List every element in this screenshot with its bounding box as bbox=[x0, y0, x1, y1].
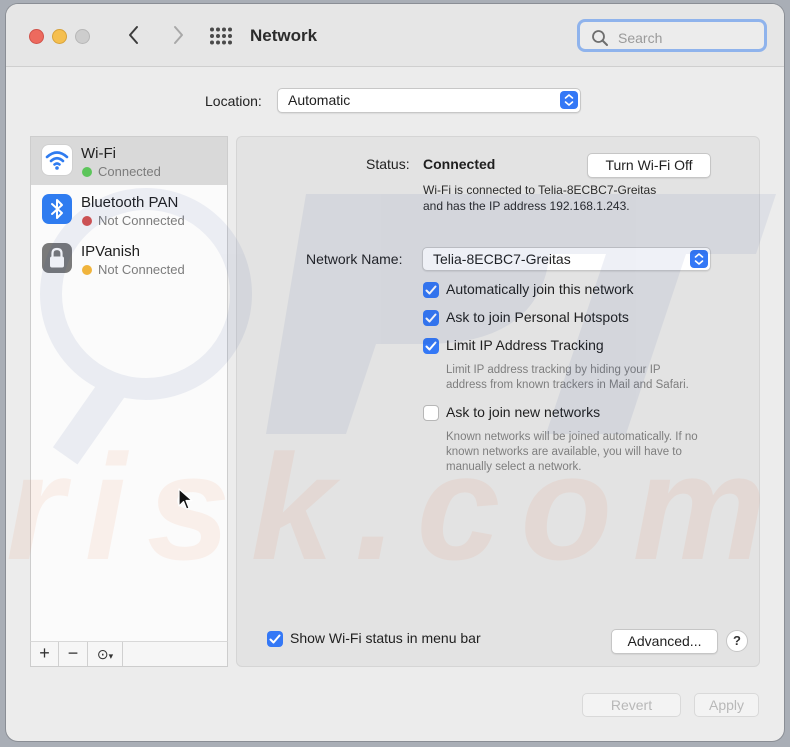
zoom-window-button[interactable] bbox=[75, 29, 90, 44]
search-field[interactable] bbox=[577, 19, 767, 52]
turn-wifi-off-button[interactable]: Turn Wi-Fi Off bbox=[587, 153, 711, 178]
auto-join-label[interactable]: Automatically join this network bbox=[446, 281, 634, 297]
location-popup[interactable]: Automatic bbox=[277, 88, 581, 113]
wifi-icon bbox=[42, 145, 72, 175]
sidebar-toolbar: + − ⊙▾ bbox=[30, 641, 228, 667]
status-description-line: and has the IP address 192.168.1.243. bbox=[423, 199, 630, 213]
service-item-bluetooth-pan[interactable]: Bluetooth PAN Not Connected bbox=[31, 186, 227, 234]
auto-join-checkbox[interactable] bbox=[423, 282, 439, 298]
limit-ip-tracking-hint: Limit IP address tracking by hiding your… bbox=[446, 363, 689, 393]
lock-icon bbox=[42, 243, 72, 273]
limit-ip-tracking-label[interactable]: Limit IP Address Tracking bbox=[446, 337, 604, 353]
action-menu-button[interactable]: ⊙▾ bbox=[88, 642, 123, 666]
apply-button[interactable]: Apply bbox=[694, 693, 759, 717]
status-description: Wi-Fi is connected to Telia-8ECBC7-Greit… bbox=[423, 182, 723, 214]
hint-line: Known networks will be joined automatica… bbox=[446, 431, 698, 443]
service-status: Connected bbox=[98, 164, 161, 179]
service-detail-panel bbox=[236, 136, 760, 667]
hint-line: known networks are available, you will h… bbox=[446, 446, 682, 458]
location-value: Automatic bbox=[288, 92, 351, 108]
show-wifi-status-label[interactable]: Show Wi-Fi status in menu bar bbox=[290, 630, 481, 646]
service-name: Wi-Fi bbox=[81, 145, 116, 162]
service-item-ipvanish[interactable]: IPVanish Not Connected bbox=[31, 235, 227, 283]
service-name: Bluetooth PAN bbox=[81, 194, 179, 211]
personal-hotspots-label[interactable]: Ask to join Personal Hotspots bbox=[446, 309, 629, 325]
show-all-grid-icon[interactable] bbox=[209, 27, 233, 45]
search-icon bbox=[592, 30, 608, 46]
network-service-list: Wi-Fi Connected Bluetooth PAN Not Connec… bbox=[30, 136, 228, 643]
hint-line: Limit IP address tracking by hiding your… bbox=[446, 364, 661, 376]
help-button[interactable]: ? bbox=[726, 630, 748, 652]
checkmark-icon bbox=[425, 285, 437, 295]
status-dot-red bbox=[82, 216, 92, 226]
hint-line: address from known trackers in Mail and … bbox=[446, 379, 689, 391]
service-item-wifi[interactable]: Wi-Fi Connected bbox=[31, 137, 227, 185]
hint-line: manually select a network. bbox=[446, 461, 582, 473]
popup-stepper-icon bbox=[690, 250, 708, 268]
ask-join-new-networks-label[interactable]: Ask to join new networks bbox=[446, 404, 600, 420]
status-description-line: Wi-Fi is connected to Telia-8ECBC7-Greit… bbox=[423, 183, 657, 197]
add-service-button[interactable]: + bbox=[31, 642, 59, 666]
network-name-value: Telia-8ECBC7-Greitas bbox=[433, 251, 571, 267]
status-value: Connected bbox=[423, 156, 496, 172]
remove-service-button[interactable]: − bbox=[59, 642, 88, 666]
checkmark-icon bbox=[269, 634, 281, 644]
chevron-left-icon bbox=[129, 26, 138, 44]
network-name-label: Network Name: bbox=[306, 251, 403, 267]
search-input[interactable] bbox=[616, 27, 760, 49]
title-bar: Network bbox=[6, 4, 784, 67]
personal-hotspots-checkbox[interactable] bbox=[423, 310, 439, 326]
close-window-button[interactable] bbox=[29, 29, 44, 44]
revert-button[interactable]: Revert bbox=[582, 693, 681, 717]
service-name: IPVanish bbox=[81, 243, 140, 260]
checkmark-icon bbox=[425, 313, 437, 323]
bluetooth-icon bbox=[42, 194, 72, 224]
status-dot-green bbox=[82, 167, 92, 177]
window-title: Network bbox=[250, 26, 318, 45]
show-wifi-status-checkbox[interactable] bbox=[267, 631, 283, 647]
ask-join-new-networks-hint: Known networks will be joined automatica… bbox=[446, 430, 698, 475]
service-status: Not Connected bbox=[98, 262, 185, 277]
back-button[interactable] bbox=[122, 22, 146, 48]
popup-stepper-icon bbox=[560, 91, 578, 109]
status-label: Status: bbox=[366, 156, 410, 172]
network-preferences-window: Network Location: Automatic bbox=[6, 4, 784, 741]
minimize-window-button[interactable] bbox=[52, 29, 67, 44]
action-gear-icon: ⊙ bbox=[96, 646, 109, 662]
service-status: Not Connected bbox=[98, 213, 185, 228]
network-name-popup[interactable]: Telia-8ECBC7-Greitas bbox=[422, 247, 711, 271]
advanced-button[interactable]: Advanced... bbox=[611, 629, 718, 654]
chevron-right-icon bbox=[174, 26, 183, 44]
status-dot-yellow bbox=[82, 265, 92, 275]
location-label: Location: bbox=[205, 93, 262, 109]
chevron-down-icon: ▾ bbox=[108, 651, 114, 661]
limit-ip-tracking-checkbox[interactable] bbox=[423, 338, 439, 354]
forward-button[interactable] bbox=[166, 22, 190, 48]
checkmark-icon bbox=[425, 341, 437, 351]
ask-join-new-networks-checkbox[interactable] bbox=[423, 405, 439, 421]
